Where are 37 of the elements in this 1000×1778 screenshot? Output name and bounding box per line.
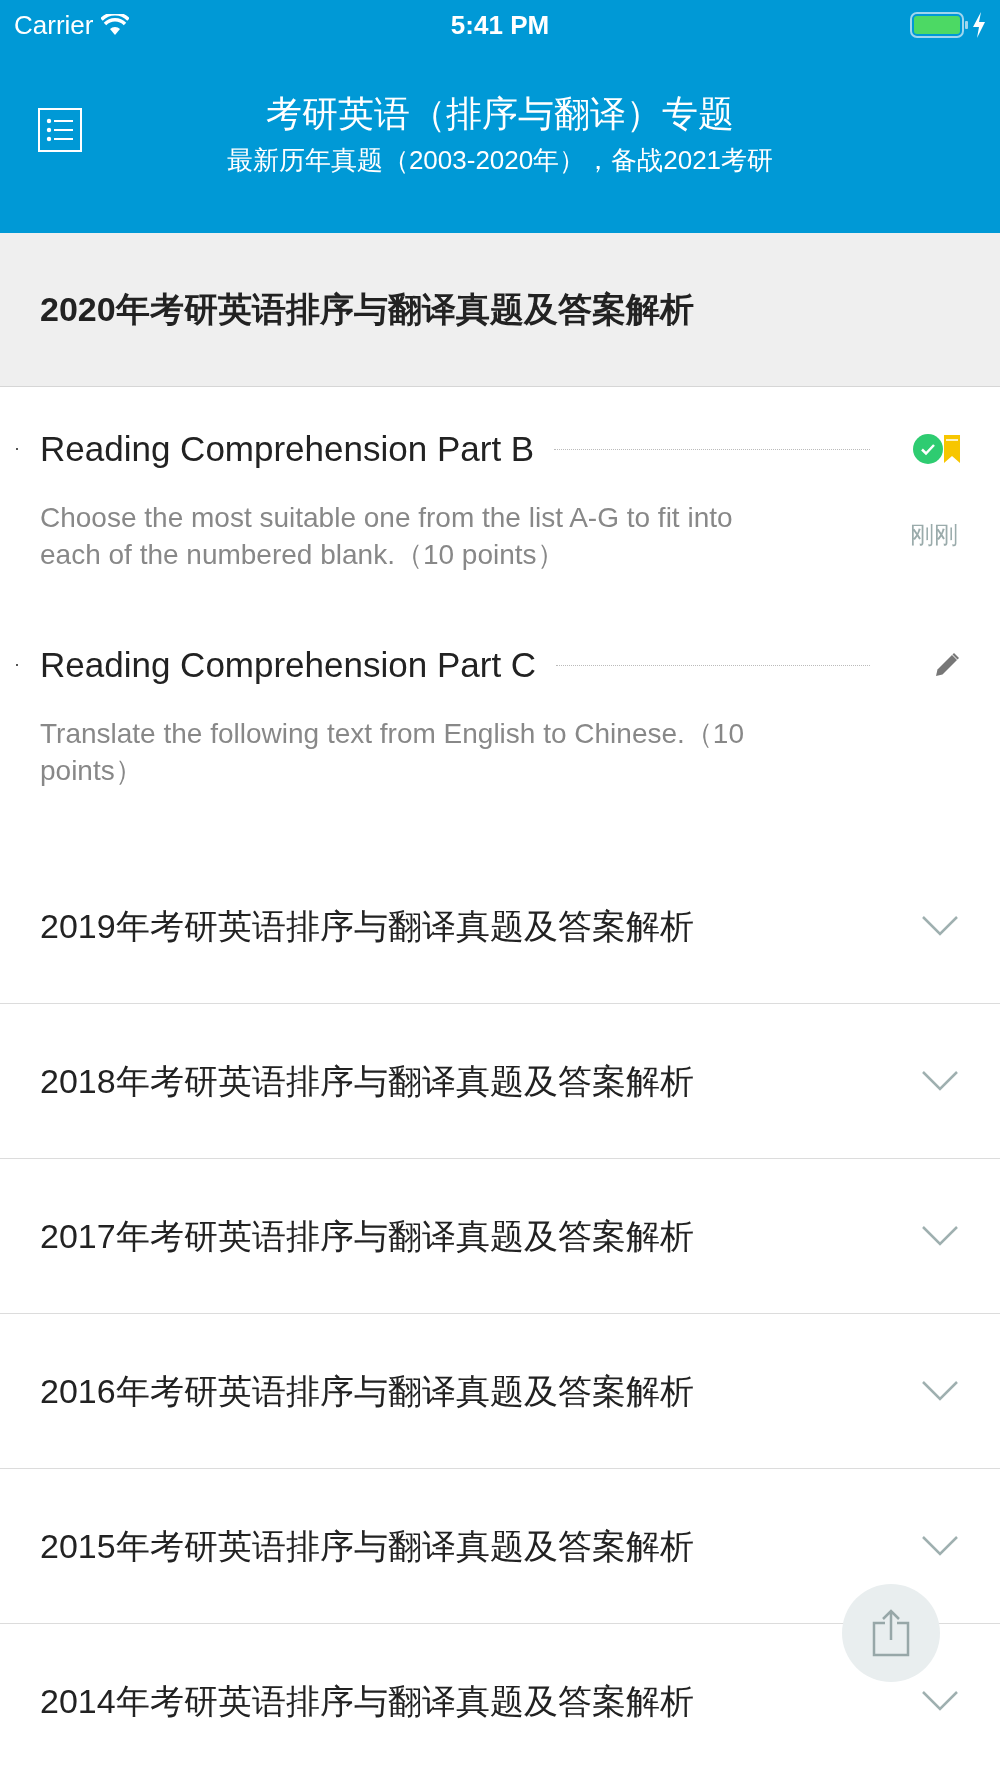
charging-icon [972,12,986,38]
section-title: 2014年考研英语排序与翻译真题及答案解析 [40,1680,694,1722]
clock-time: 5:41 PM [450,8,550,42]
chevron-down-icon [922,1226,958,1246]
chevron-down-icon [922,916,958,936]
chevron-down-icon [922,1071,958,1091]
check-circle-icon [913,434,943,464]
section-row[interactable]: 2019年考研英语排序与翻译真题及答案解析 [0,849,1000,1004]
section-title: 2020年考研英语排序与翻译真题及答案解析 [40,289,694,330]
section-header[interactable]: 2020年考研英语排序与翻译真题及答案解析 [0,233,1000,387]
lesson-item[interactable]: Reading Comprehension Part B Choose the most suitable one from the list A-G to fit into each of the numbered blank.（10 points） 刚刚 [0,417,1000,633]
pencil-icon [934,652,960,678]
page-title: 考研英语（排序与翻译）专题 [266,91,734,136]
chevron-down-icon [922,1536,958,1556]
timestamp: 刚刚 [910,520,958,550]
chevron-down-icon [922,1381,958,1401]
section-row[interactable]: 2016年考研英语排序与翻译真题及答案解析 [0,1314,1000,1469]
item-description: Translate the following text from English to Chinese.（10 points） [40,717,745,788]
item-title: Reading Comprehension Part B [40,427,535,470]
chevron-down-icon [922,1691,958,1711]
section-row[interactable]: 2017年考研英语排序与翻译真题及答案解析 [0,1159,1000,1314]
section-title: 2019年考研英语排序与翻译真题及答案解析 [40,905,694,947]
section-title: 2017年考研英语排序与翻译真题及答案解析 [40,1215,694,1257]
section-title: 2015年考研英语排序与翻译真题及答案解析 [40,1525,694,1567]
section-title: 2016年考研英语排序与翻译真题及答案解析 [40,1370,694,1412]
share-icon [872,1609,910,1657]
bookmark-icon [944,435,960,463]
wifi-icon [101,14,130,36]
menu-button[interactable] [38,108,82,152]
item-title: Reading Comprehension Part C [40,643,537,686]
item-description: Choose the most suitable one from the list A-G to fit into each of the numbered blank.（10 points） [40,501,734,572]
section-title: 2018年考研英语排序与翻译真题及答案解析 [40,1060,694,1102]
page-subtitle: 最新历年真题（2003-2020年），备战2021考研 [226,143,774,177]
carrier-label: Carrier [14,8,94,42]
lesson-item[interactable]: Reading Comprehension Part C Translate the following text from English to Chinese.（10 points） [0,633,1000,849]
battery-icon [910,12,968,38]
section-row[interactable]: 2018年考研英语排序与翻译真题及答案解析 [0,1004,1000,1159]
